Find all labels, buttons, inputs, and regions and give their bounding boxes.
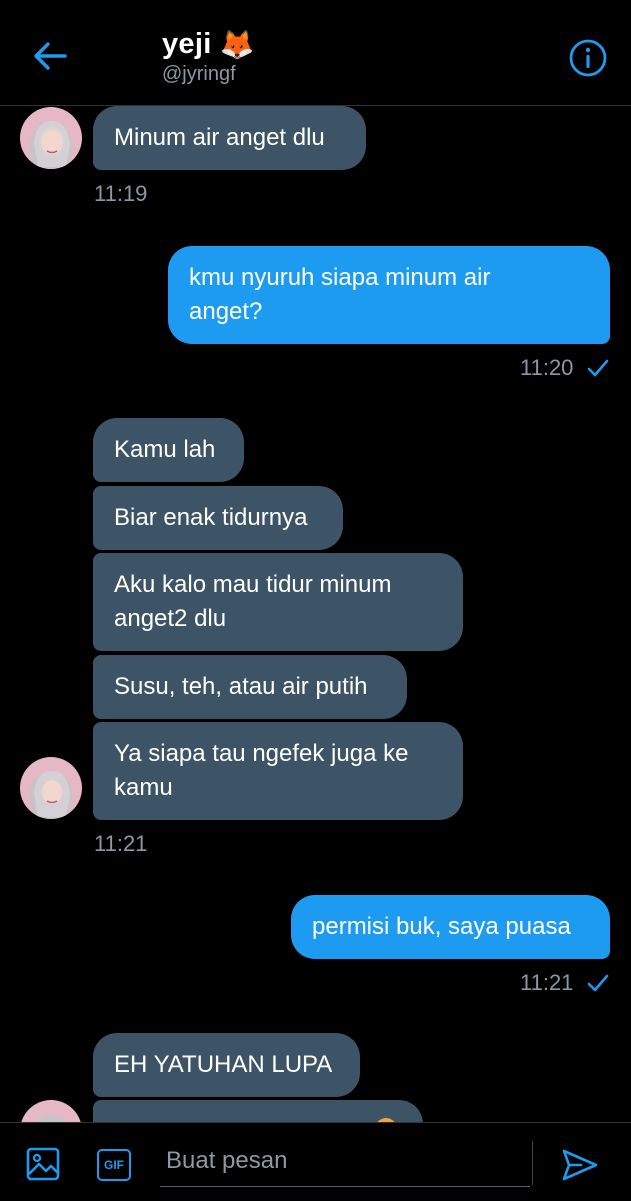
message-timestamp: 11:21 [520, 970, 574, 995]
message-text: Susu, teh, atau air putih [114, 673, 368, 700]
conversation-title[interactable]: yeji 🦊 @jyringf [162, 28, 254, 86]
message-input[interactable] [160, 1135, 530, 1187]
incoming-message[interactable]: Ya siapa tau ngefek juga ke kamu [93, 722, 463, 820]
message-text-line: kamu [114, 774, 173, 801]
contact-handle: @jyringf [162, 63, 236, 85]
incoming-message[interactable]: Susu, teh, atau air putih [93, 655, 407, 719]
message-text-line: anget? [189, 298, 263, 325]
message-timestamp: 11:21 [94, 831, 148, 856]
image-icon [26, 1147, 60, 1181]
incoming-message[interactable]: Aku kalo mau tidur minum anget2 dlu [93, 553, 463, 651]
message-timestamp: 11:20 [520, 355, 574, 380]
message-text-line: anget2 dlu [114, 605, 227, 632]
contact-name: yeji [162, 28, 212, 60]
message-text-line: kmu nyuruh siapa minum air [189, 264, 491, 291]
message-composer: GIF [0, 1122, 631, 1201]
message-timestamp: 11:19 [94, 181, 148, 206]
fox-emoji-icon: 🦊 [219, 28, 255, 60]
add-image-button[interactable] [22, 1143, 64, 1185]
message-text: Minum air anget dlu [114, 124, 325, 151]
back-button[interactable] [28, 34, 72, 78]
message-text: EH YATUHAN LUPA [114, 1051, 333, 1078]
send-icon [562, 1149, 598, 1181]
info-icon [569, 39, 607, 77]
back-arrow-icon [34, 42, 67, 70]
send-button[interactable] [558, 1143, 602, 1187]
add-gif-button[interactable]: GIF [94, 1145, 134, 1185]
gif-icon: GIF [97, 1149, 131, 1181]
message-text-line: Ya siapa tau ngefek juga ke [114, 740, 409, 767]
info-button[interactable] [566, 36, 610, 80]
incoming-message[interactable]: Biar enak tidurnya [93, 486, 343, 550]
message-text: permisi buk, saya puasa [312, 913, 571, 940]
composer-divider [532, 1141, 533, 1185]
avatar[interactable] [20, 757, 82, 819]
incoming-message[interactable]: EH YATUHAN LUPA [93, 1033, 360, 1097]
avatar[interactable] [20, 107, 82, 169]
outgoing-message[interactable]: kmu nyuruh siapa minum air anget? [168, 246, 610, 344]
incoming-message[interactable]: Kamu lah [93, 418, 244, 482]
conversation-header: yeji 🦊 @jyringf [0, 0, 631, 106]
incoming-message[interactable]: Minum air anget dlu [93, 106, 366, 170]
read-check-icon [587, 359, 609, 377]
read-check-icon [587, 974, 609, 992]
gif-label: GIF [104, 1158, 124, 1172]
outgoing-message[interactable]: permisi buk, saya puasa [291, 895, 610, 959]
message-text: Biar enak tidurnya [114, 504, 308, 531]
message-text-line: Aku kalo mau tidur minum [114, 571, 392, 598]
message-text: Kamu lah [114, 436, 216, 463]
